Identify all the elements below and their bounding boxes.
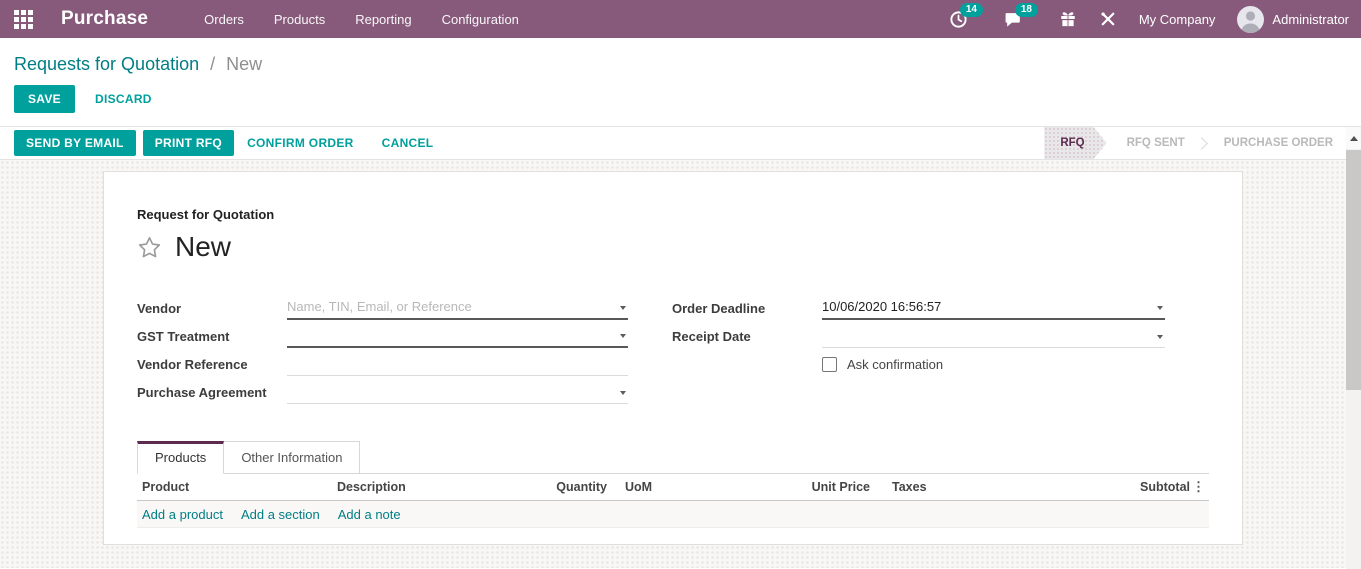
status-pipeline: RFQ RFQ SENT PURCHASE ORDER <box>1044 127 1339 159</box>
chevron-right-icon <box>1195 137 1208 150</box>
vendor-field[interactable] <box>287 299 628 318</box>
vendor-label: Vendor <box>137 301 287 316</box>
breadcrumb-current: New <box>226 54 262 74</box>
purchase-agreement-label: Purchase Agreement <box>137 385 287 400</box>
messages-button[interactable]: 18 <box>1004 10 1023 29</box>
add-a-note-link[interactable]: Add a note <box>338 507 401 522</box>
receipt-date-label: Receipt Date <box>672 329 822 344</box>
statusbar: SEND BY EMAIL PRINT RFQ CONFIRM ORDER CA… <box>0 126 1361 160</box>
gift-icon <box>1059 10 1077 28</box>
column-product[interactable]: Product <box>142 480 337 494</box>
cancel-button[interactable]: CANCEL <box>376 129 440 157</box>
ask-confirmation-label: Ask confirmation <box>847 357 943 372</box>
confirm-order-button[interactable]: CONFIRM ORDER <box>241 129 360 157</box>
form-view-background: Request for Quotation New Vendor GST Tre… <box>0 160 1361 568</box>
activity-count-badge: 14 <box>960 3 983 17</box>
record-actions: SAVE DISCARD <box>0 75 1361 113</box>
menu-configuration[interactable]: Configuration <box>442 12 519 27</box>
breadcrumb: Requests for Quotation / New <box>0 38 1361 75</box>
user-menu[interactable]: Administrator <box>1272 12 1349 27</box>
chevron-up-icon <box>1350 136 1358 141</box>
add-a-section-link[interactable]: Add a section <box>241 507 320 522</box>
stage-rfq[interactable]: RFQ <box>1044 127 1106 159</box>
field-grid: Vendor GST Treatment Vendor Reference <box>137 294 1209 406</box>
form-sheet: Request for Quotation New Vendor GST Tre… <box>103 171 1243 545</box>
scrollbar-up-button[interactable] <box>1346 127 1361 149</box>
stage-purchase-order[interactable]: PURCHASE ORDER <box>1218 137 1339 149</box>
column-subtotal[interactable]: Subtotal <box>1075 480 1190 494</box>
notebook-tabs: Products Other Information <box>137 441 1209 474</box>
activities-button[interactable]: 14 <box>949 10 968 29</box>
gst-treatment-label: GST Treatment <box>137 329 287 344</box>
receipt-date-field[interactable] <box>822 328 1165 347</box>
order-deadline-field[interactable] <box>822 299 1165 318</box>
gst-treatment-field[interactable] <box>287 327 628 346</box>
tools-icon <box>1099 10 1117 28</box>
column-quantity[interactable]: Quantity <box>552 480 607 494</box>
topbar: Purchase Orders Products Reporting Confi… <box>0 0 1361 38</box>
vendor-reference-field[interactable] <box>287 356 628 375</box>
topbar-right: 14 18 My Company Administrator <box>949 6 1349 33</box>
sheet-label: Request for Quotation <box>137 207 1209 222</box>
message-count-badge: 18 <box>1015 3 1038 17</box>
company-switcher[interactable]: My Company <box>1139 12 1216 27</box>
app-title[interactable]: Purchase <box>61 8 148 30</box>
tools-button[interactable] <box>1099 10 1117 28</box>
tab-products[interactable]: Products <box>137 441 224 474</box>
receipt-date-dropdown-caret-icon[interactable] <box>1157 335 1163 339</box>
column-unit-price[interactable]: Unit Price <box>792 480 870 494</box>
breadcrumb-separator: / <box>210 54 215 74</box>
vertical-scrollbar[interactable] <box>1346 127 1361 569</box>
purchase-agreement-field[interactable] <box>287 384 628 403</box>
order-lines-add-row: Add a product Add a section Add a note <box>137 501 1209 528</box>
ask-confirmation-checkbox[interactable] <box>822 357 837 372</box>
gst-treatment-dropdown-caret-icon[interactable] <box>620 334 626 338</box>
send-by-email-button[interactable]: SEND BY EMAIL <box>14 130 136 156</box>
breadcrumb-parent[interactable]: Requests for Quotation <box>14 54 199 74</box>
save-button[interactable]: SAVE <box>14 85 75 113</box>
order-deadline-dropdown-caret-icon[interactable] <box>1157 306 1163 310</box>
print-rfq-button[interactable]: PRINT RFQ <box>143 130 234 156</box>
vendor-dropdown-caret-icon[interactable] <box>620 306 626 310</box>
top-navigation: Orders Products Reporting Configuration <box>204 12 519 27</box>
discard-button[interactable]: DISCARD <box>89 85 158 113</box>
avatar[interactable] <box>1237 6 1264 33</box>
column-description[interactable]: Description <box>337 480 552 494</box>
favorite-star-icon[interactable] <box>137 235 162 260</box>
vendor-reference-label: Vendor Reference <box>137 357 287 372</box>
add-a-product-link[interactable]: Add a product <box>142 507 223 522</box>
apps-menu-icon[interactable] <box>14 10 33 29</box>
column-taxes[interactable]: Taxes <box>870 480 1075 494</box>
order-deadline-label: Order Deadline <box>672 301 822 316</box>
menu-reporting[interactable]: Reporting <box>355 12 411 27</box>
scrollbar-thumb[interactable] <box>1346 150 1361 390</box>
record-title: New <box>175 231 231 263</box>
column-uom[interactable]: UoM <box>607 480 792 494</box>
column-options-icon[interactable]: ⋮ <box>1192 479 1205 494</box>
tab-other-information[interactable]: Other Information <box>224 441 360 473</box>
purchase-agreement-dropdown-caret-icon[interactable] <box>620 391 626 395</box>
menu-products[interactable]: Products <box>274 12 325 27</box>
menu-orders[interactable]: Orders <box>204 12 244 27</box>
stage-rfq-sent[interactable]: RFQ SENT <box>1121 137 1191 149</box>
order-lines-header: Product Description Quantity UoM Unit Pr… <box>137 474 1209 501</box>
whats-new-button[interactable] <box>1059 10 1077 28</box>
